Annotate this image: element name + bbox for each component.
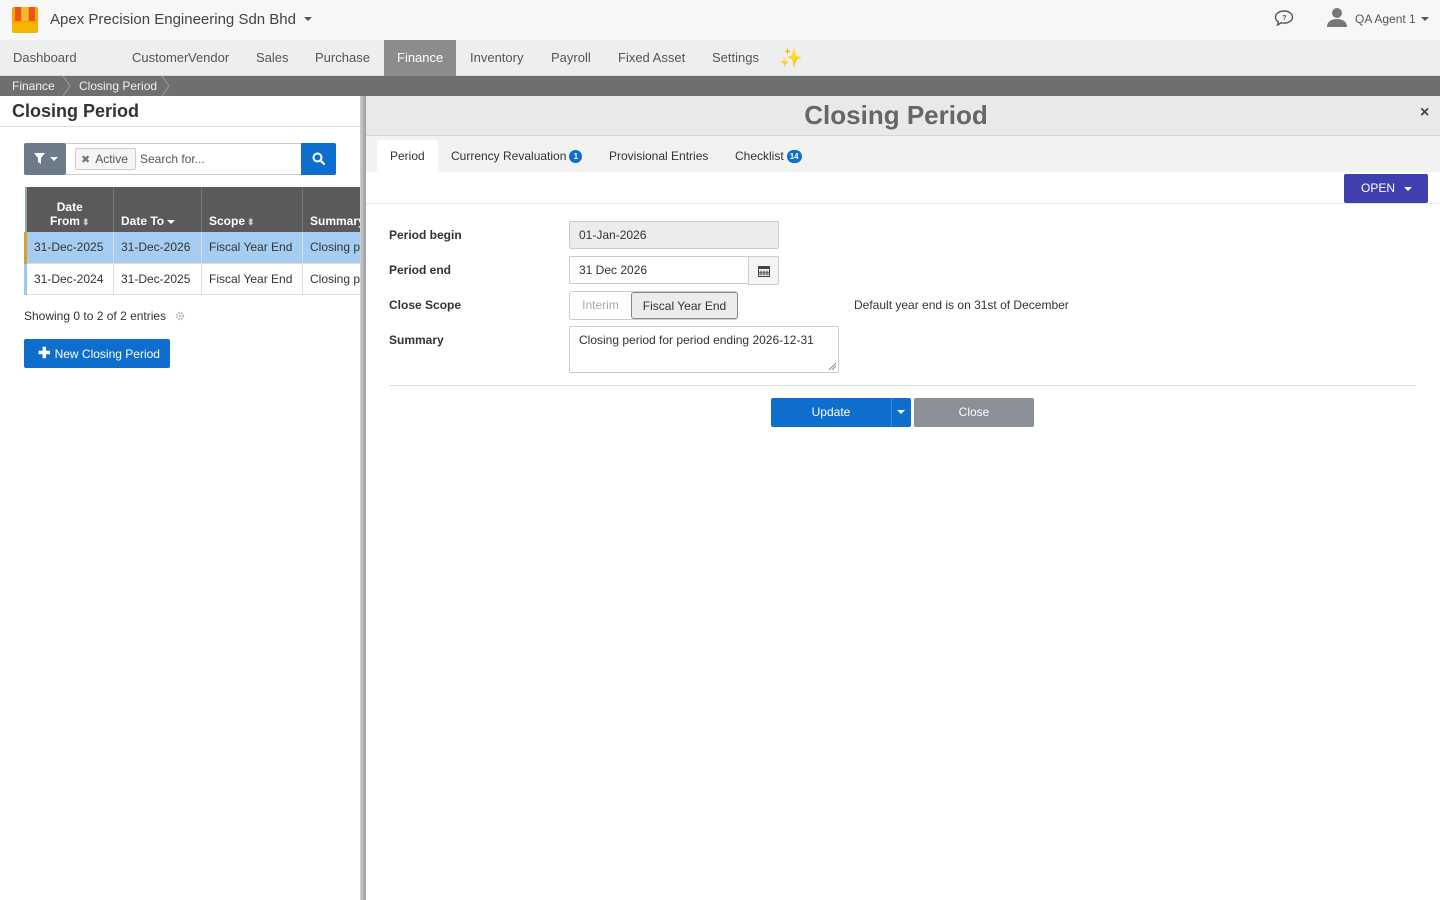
user-menu-caret-icon[interactable] [1421, 17, 1429, 21]
calendar-button[interactable] [748, 256, 779, 285]
tab-badge: 14 [786, 150, 802, 164]
divider [891, 398, 892, 427]
cell-date-to: 31-Dec-2025 [113, 263, 202, 295]
cell-date-from: 31-Dec-2024 [24, 263, 114, 295]
tab-provisional-entries[interactable]: Provisional Entries [596, 140, 721, 172]
tab-currency-revaluation[interactable]: Currency Revaluation 1 [438, 140, 595, 172]
tab-badge: 1 [569, 150, 583, 164]
tab-period[interactable]: Period [377, 140, 438, 172]
table-row[interactable]: 31-Dec-2025 31-Dec-2026 Fiscal Year End … [24, 232, 360, 264]
chat-icon[interactable]: ? [1274, 10, 1294, 26]
cell-scope: Fiscal Year End [201, 263, 303, 295]
tab-checklist[interactable]: Checklist 14 [722, 140, 815, 172]
filter-caret-icon [50, 157, 58, 161]
summary-textarea[interactable]: Closing period for period ending 2026-12… [569, 326, 839, 373]
svg-text:?: ? [1282, 15, 1286, 22]
calendar-icon [758, 266, 770, 277]
nav-item-finance[interactable]: Finance [384, 40, 457, 76]
divider [0, 126, 360, 127]
search-field: ✖ Active [66, 143, 302, 175]
scope-hint: Default year end is on 31st of December [854, 298, 1069, 312]
cell-date-from: 31-Dec-2025 [24, 232, 114, 264]
nav-item-vendor[interactable]: Vendor [175, 40, 242, 76]
update-button[interactable]: Update [771, 398, 911, 427]
column-header-scope[interactable]: Scope ⬍ [201, 187, 303, 232]
filter-button[interactable] [24, 143, 66, 175]
new-closing-period-button[interactable]: ✚ New Closing Period [24, 339, 170, 368]
user-name[interactable]: QA Agent 1 [1355, 12, 1416, 26]
status-open-button[interactable]: OPEN [1344, 174, 1428, 203]
nav-item-fixed-asset[interactable]: Fixed Asset [605, 40, 698, 76]
breadcrumb-separator-icon [62, 76, 71, 96]
column-header-date-from[interactable]: Date From ⬍ [24, 187, 114, 232]
close-scope-label: Close Scope [389, 298, 462, 312]
top-bar: Apex Precision Engineering Sdn Bhd ? QA … [0, 0, 1440, 40]
search-icon [312, 152, 325, 165]
filter-chip-active[interactable]: ✖ Active [75, 148, 136, 170]
detail-tabs: Period Currency Revaluation 1 Provisional… [366, 136, 1440, 172]
company-dropdown-caret-icon[interactable] [304, 17, 312, 21]
close-button[interactable]: Close [914, 398, 1034, 427]
sort-icon: ⬍ [247, 217, 255, 227]
pagination-info: Showing 0 to 2 of 2 entries [24, 309, 167, 323]
cell-summary: Closing period for period ending 2026-12… [302, 232, 360, 264]
company-logo-icon [12, 7, 38, 33]
period-begin-label: Period begin [389, 228, 462, 242]
nav-item-sales[interactable]: Sales [243, 40, 302, 76]
cell-scope: Fiscal Year End [201, 232, 303, 264]
breadcrumb-separator-icon [161, 76, 170, 96]
detail-panel: Closing Period × Period Currency Revalua… [366, 96, 1440, 900]
filter-chip-label: Active [95, 152, 128, 166]
gear-icon[interactable] [175, 311, 185, 321]
summary-label: Summary [389, 333, 444, 347]
nav-item-dashboard[interactable]: Dashboard [0, 40, 90, 76]
nav-item-inventory[interactable]: Inventory [457, 40, 536, 76]
period-begin-field: 01-Jan-2026 [569, 221, 779, 249]
column-header-date-to[interactable]: Date To [113, 187, 202, 232]
breadcrumb-finance[interactable]: Finance [12, 76, 55, 96]
close-icon[interactable]: × [1420, 104, 1429, 122]
divider [389, 385, 1416, 386]
nav-item-payroll[interactable]: Payroll [538, 40, 604, 76]
list-title: Closing Period [12, 101, 140, 121]
scope-option-fiscal-year-end[interactable]: Fiscal Year End [631, 292, 738, 319]
sort-desc-icon [167, 219, 176, 224]
plus-icon: ✚ [38, 345, 51, 362]
resize-grip-icon[interactable] [828, 362, 836, 370]
nav-item-purchase[interactable]: Purchase [302, 40, 383, 76]
detail-header: Closing Period × [366, 96, 1440, 136]
summary-text: Closing period for period ending 2026-12… [579, 333, 814, 347]
main-nav: Dashboard Customer Vendor Sales Purchase… [0, 40, 1440, 76]
search-button[interactable] [301, 143, 336, 175]
action-bar: OPEN [366, 172, 1440, 204]
detail-title: Closing Period [804, 100, 988, 130]
breadcrumb: Finance Closing Period [0, 76, 1440, 96]
sort-icon: ⬍ [81, 217, 90, 227]
list-panel: Closing Period ✖ Active DateFrom⬍ Date To… [0, 96, 360, 900]
scope-option-interim[interactable]: Interim [570, 292, 631, 319]
remove-chip-icon[interactable]: ✖ [81, 154, 90, 166]
closing-period-table: Date From ⬍ Date To Scope ⬍ Summary 31-Dec-… [24, 187, 360, 295]
update-dropdown-caret-icon[interactable] [897, 410, 905, 414]
close-scope-toggle: Interim Fiscal Year End [569, 291, 738, 320]
user-avatar-icon[interactable] [1326, 6, 1348, 28]
status-caret-icon [1404, 186, 1413, 191]
filter-icon [34, 153, 45, 164]
nav-item-settings[interactable]: Settings [699, 40, 772, 76]
table-row[interactable]: 31-Dec-2024 31-Dec-2025 Fiscal Year End … [24, 263, 360, 295]
breadcrumb-closing-period[interactable]: Closing Period [79, 76, 157, 96]
cell-summary: Closing period for period ending 2025-12… [302, 263, 360, 295]
period-end-field[interactable]: 31 Dec 2026 [569, 256, 749, 284]
search-input[interactable] [140, 148, 290, 170]
table-header-row: Date From ⬍ Date To Scope ⬍ Summary [24, 187, 360, 232]
sparkles-icon[interactable]: ✨ [779, 46, 803, 70]
column-header-summary[interactable]: Summary [302, 187, 360, 232]
period-end-label: Period end [389, 263, 452, 277]
company-name[interactable]: Apex Precision Engineering Sdn Bhd [50, 11, 296, 28]
cell-date-to: 31-Dec-2026 [113, 232, 202, 264]
